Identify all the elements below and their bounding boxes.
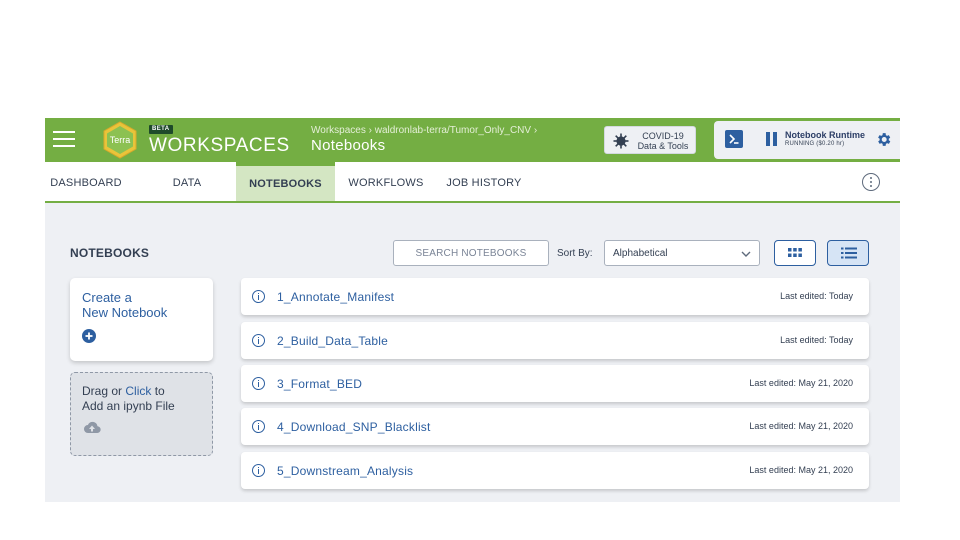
upload-card-line1: Drag or Click to [82, 384, 165, 398]
notebook-name[interactable]: 2_Build_Data_Table [277, 334, 388, 348]
tab-job-history[interactable]: JOB HISTORY [445, 162, 523, 201]
info-icon[interactable] [252, 334, 265, 347]
workspace-tab-bar: DASHBOARD DATA NOTEBOOKS WORKFLOWS JOB H… [45, 162, 900, 203]
more-vertical-icon[interactable] [862, 173, 880, 191]
sort-by-label: Sort By: [557, 248, 593, 259]
search-notebooks-input[interactable] [393, 240, 549, 266]
notebook-last-edited: Last edited: Today [780, 335, 853, 345]
notebook-row[interactable]: 2_Build_Data_Table Last edited: Today [241, 322, 869, 359]
info-icon[interactable] [252, 377, 265, 390]
grid-view-icon [788, 248, 802, 257]
upload-prefix-text: Drag or [82, 384, 126, 398]
runtime-title[interactable]: Notebook Runtime [785, 130, 865, 140]
notebook-name[interactable]: 4_Download_SNP_Blacklist [277, 420, 431, 434]
page-title: Notebooks [311, 137, 386, 154]
terra-logo[interactable]: Terra [101, 121, 139, 159]
app-name[interactable]: WORKSPACES [149, 135, 290, 157]
upload-card-line2: Add an ipynb File [82, 399, 175, 413]
terminal-icon[interactable] [725, 130, 743, 148]
upload-suffix-text: to [151, 384, 165, 398]
info-icon[interactable] [252, 420, 265, 433]
notebook-row[interactable]: 4_Download_SNP_Blacklist Last edited: Ma… [241, 408, 869, 445]
notebook-row[interactable]: 5_Downstream_Analysis Last edited: May 2… [241, 452, 869, 489]
notebook-name[interactable]: 3_Format_BED [277, 377, 362, 391]
gear-icon[interactable] [875, 131, 892, 148]
tab-dashboard[interactable]: DASHBOARD [50, 162, 122, 201]
notebook-last-edited: Last edited: Today [780, 291, 853, 301]
terra-app: Terra BETA WORKSPACES Workspaces › waldr… [45, 118, 900, 502]
create-notebook-card[interactable]: Create a New Notebook [70, 278, 213, 361]
beta-badge: BETA [149, 125, 173, 134]
runtime-status: RUNNING ($0.20 hr) [785, 141, 845, 147]
notebook-row[interactable]: 1_Annotate_Manifest Last edited: Today [241, 278, 869, 315]
notebook-last-edited: Last edited: May 21, 2020 [749, 465, 853, 475]
list-view-icon [841, 247, 857, 259]
runtime-panel: Notebook Runtime RUNNING ($0.20 hr) [714, 121, 900, 159]
covid-button-line1: COVID-19 [642, 131, 684, 141]
grid-view-button[interactable] [774, 240, 816, 266]
tab-workflows[interactable]: WORKFLOWS [346, 162, 426, 201]
logo-text: Terra [110, 135, 131, 145]
notebook-name[interactable]: 5_Downstream_Analysis [277, 464, 413, 478]
plus-circle-icon [82, 329, 96, 343]
top-bar: Terra BETA WORKSPACES Workspaces › waldr… [45, 118, 900, 162]
tab-notebooks[interactable]: NOTEBOOKS [236, 162, 335, 201]
list-view-button[interactable] [827, 240, 869, 266]
notebook-name[interactable]: 1_Annotate_Manifest [277, 290, 394, 304]
upload-click-link[interactable]: Click [125, 384, 151, 398]
cloud-upload-icon [83, 421, 101, 434]
covid-data-tools-button[interactable]: COVID-19 Data & Tools [604, 126, 696, 154]
tab-data[interactable]: DATA [163, 162, 211, 201]
upload-notebook-dropzone[interactable]: Drag or Click to Add an ipynb File [70, 372, 213, 456]
covid-button-line2: Data & Tools [637, 141, 689, 151]
sort-select-value: Alphabetical [613, 248, 668, 259]
notebooks-section-title: NOTEBOOKS [70, 246, 150, 260]
sort-select[interactable]: Alphabetical [604, 240, 760, 266]
notebook-row[interactable]: 3_Format_BED Last edited: May 21, 2020 [241, 365, 869, 402]
pause-icon[interactable] [766, 132, 778, 146]
notebook-last-edited: Last edited: May 21, 2020 [749, 421, 853, 431]
virus-icon [613, 133, 629, 149]
breadcrumb[interactable]: Workspaces › waldronlab-terra/Tumor_Only… [311, 125, 537, 136]
chevron-down-icon [741, 251, 751, 257]
info-icon[interactable] [252, 290, 265, 303]
create-card-line1: Create a [82, 290, 132, 305]
info-icon[interactable] [252, 464, 265, 477]
hamburger-menu-icon[interactable] [53, 128, 75, 150]
notebook-last-edited: Last edited: May 21, 2020 [749, 378, 853, 388]
create-card-line2: New Notebook [82, 305, 168, 320]
